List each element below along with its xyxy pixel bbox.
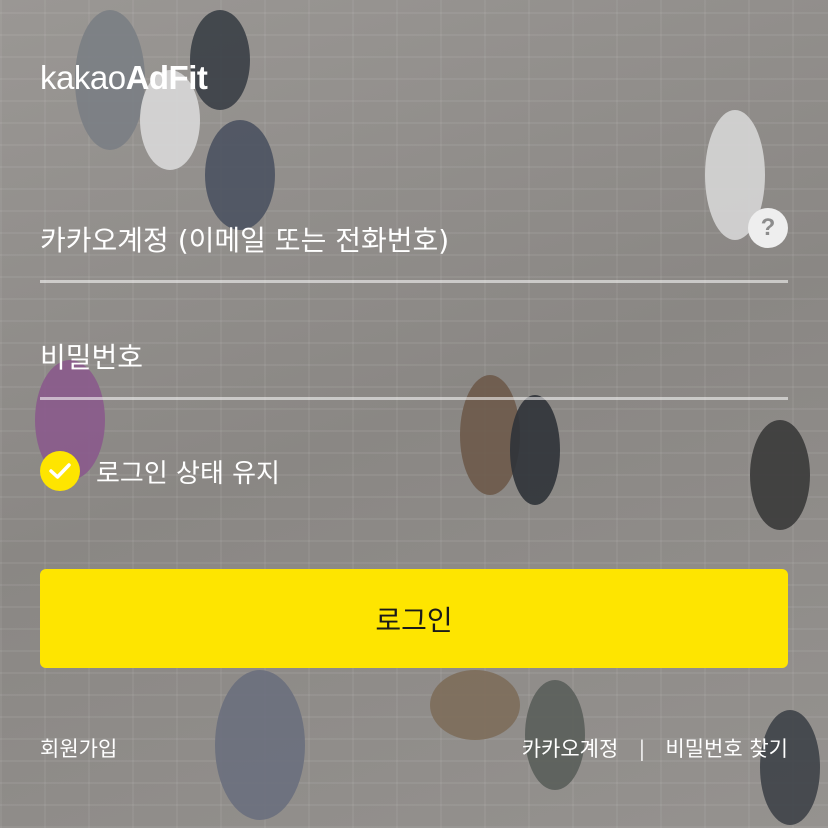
find-password-link[interactable]: 비밀번호 찾기 <box>665 734 788 764</box>
background-photo <box>0 0 828 828</box>
account-field: ? <box>40 200 788 283</box>
background-person <box>510 395 560 505</box>
keep-login-toggle[interactable]: 로그인 상태 유지 <box>40 450 280 492</box>
footer-separator: | <box>638 737 646 761</box>
password-input[interactable] <box>40 318 740 397</box>
kakao-account-link[interactable]: 카카오계정 <box>522 734 619 764</box>
kakao-adfit-logo: kakaoAdFit <box>40 58 208 98</box>
help-icon[interactable]: ? <box>748 208 788 248</box>
footer-links: 카카오계정 | 비밀번호 찾기 <box>522 734 788 764</box>
check-icon[interactable] <box>40 451 80 491</box>
background-person <box>750 420 810 530</box>
password-field <box>40 318 788 400</box>
account-input[interactable] <box>40 200 740 280</box>
background-person <box>430 670 520 740</box>
background-person <box>215 670 305 820</box>
background-person <box>760 710 820 825</box>
logo-bold-text: AdFit <box>125 59 208 96</box>
login-button[interactable]: 로그인 <box>40 569 788 668</box>
logo-light-text: kakao <box>40 59 126 96</box>
signup-link[interactable]: 회원가입 <box>40 734 117 764</box>
keep-login-label: 로그인 상태 유지 <box>96 458 280 489</box>
